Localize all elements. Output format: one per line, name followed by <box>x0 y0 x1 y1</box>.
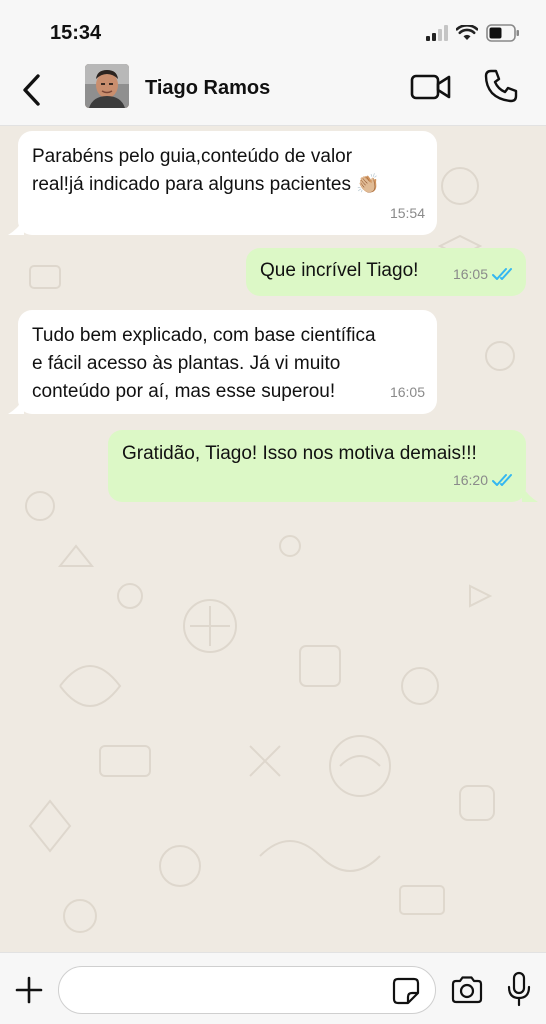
plus-icon <box>15 976 43 1004</box>
message-input[interactable] <box>58 966 436 1014</box>
contact-name[interactable]: Tiago Ramos <box>145 77 270 100</box>
message-meta: 16:20 <box>453 466 514 494</box>
message-time: 16:20 <box>452 472 488 488</box>
wifi-icon <box>456 25 478 40</box>
message-text-line: Parabéns pelo guia,conteúdo de valor <box>32 146 353 167</box>
message-text: Gratidão, Tiago! Isso nos motiva demais!… <box>122 443 477 464</box>
avatar[interactable] <box>85 64 129 108</box>
message-bubble-incoming[interactable]: Tudo bem explicado, com base científica … <box>18 310 437 414</box>
message-bubble-outgoing[interactable]: Gratidão, Tiago! Isso nos motiva demais!… <box>108 430 526 502</box>
back-chevron-icon <box>23 74 40 106</box>
bubble-tail <box>8 219 24 235</box>
sticker-icon <box>392 977 420 1005</box>
bubble-tail <box>522 486 538 502</box>
double-check-icon <box>492 474 512 486</box>
message-text-line: conteúdo por aí, mas esse superou! <box>32 381 336 402</box>
message-bubble-outgoing[interactable]: Que incrível Tiago! 16:05 <box>246 248 526 296</box>
bubble-tail <box>8 398 24 414</box>
message-time: 15:54 <box>389 205 425 221</box>
status-bar: 15:34 <box>0 0 546 60</box>
phone-icon <box>484 69 518 103</box>
message-meta: 15:54 <box>390 199 425 227</box>
message-meta: 16:05 <box>390 378 425 406</box>
attach-button[interactable] <box>14 975 44 1005</box>
chat-area[interactable]: Parabéns pelo guia,conteúdo de valor rea… <box>0 126 546 952</box>
message-text-line: e fácil acesso às plantas. Já vi muito <box>32 353 341 374</box>
battery-icon <box>486 24 519 42</box>
system-icons <box>426 22 520 44</box>
microphone-icon <box>507 971 531 1007</box>
camera-icon <box>451 976 483 1004</box>
video-camera-icon <box>410 74 451 100</box>
message-meta: 16:05 <box>453 260 514 288</box>
status-time: 15:34 <box>50 22 102 44</box>
voice-call-button[interactable] <box>483 68 519 104</box>
double-check-icon <box>492 268 512 280</box>
camera-button[interactable] <box>450 975 484 1005</box>
voice-message-button[interactable] <box>506 971 532 1007</box>
chat-header: Tiago Ramos <box>0 60 546 126</box>
signal-icon <box>426 25 448 41</box>
message-time: 16:05 <box>452 266 488 282</box>
video-call-button[interactable] <box>410 72 452 102</box>
message-bubble-incoming[interactable]: Parabéns pelo guia,conteúdo de valor rea… <box>18 131 437 235</box>
composer-bar <box>0 952 546 1024</box>
message-text-line: real!já indicado para alguns pacientes 👏… <box>32 174 380 195</box>
message-text-line: Tudo bem explicado, com base científica <box>32 325 376 346</box>
message-time: 16:05 <box>389 384 425 400</box>
sticker-button[interactable] <box>392 977 420 1005</box>
back-button[interactable] <box>18 70 48 110</box>
contact-photo <box>85 64 129 108</box>
